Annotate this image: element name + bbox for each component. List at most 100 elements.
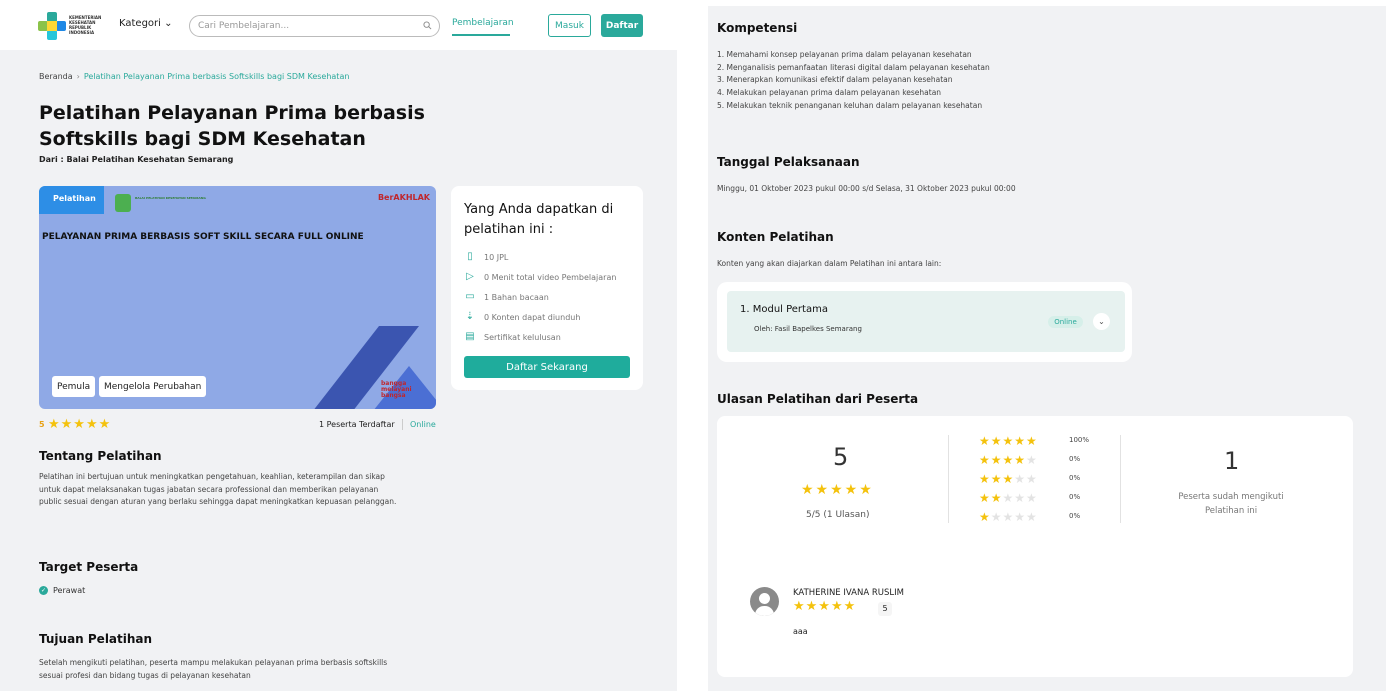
breadcrumb-home[interactable]: Beranda [39,72,73,81]
mode-label: Online [410,420,436,429]
competency-heading: Kompetensi [717,21,798,35]
benefit-label: Sertifikat kelulusan [484,332,561,342]
document-icon: ▯ [467,251,473,262]
benefits-title: Yang Anda dapatkan di pelatihan ini : [464,202,614,237]
rating-bar-2: ★★★★★ 0% [979,490,1080,506]
chevron-down-icon[interactable]: ⌄ [1093,313,1110,330]
logo-text: KEMENTERIAN KESEHATAN REPUBLIK INDONESIA [69,15,102,35]
benefits-card: Yang Anda dapatkan di pelatihan ini : ▯ 1… [451,186,643,390]
search-icon[interactable] [423,21,432,30]
check-circle-icon: ✓ [39,586,48,595]
module-author: Oleh: Fasil Bapelkes Semarang [754,325,862,333]
target-heading: Target Peserta [39,560,139,574]
benefit-item: ▯ 10 JPL [464,251,508,263]
benefit-label: 1 Bahan bacaan [484,292,549,302]
reviewer-stars-icon: ★★★★★ [793,599,857,614]
average-stars-icon: ★★★★★ [801,482,874,498]
search-input[interactable]: Cari Pembelajaran... [189,15,440,37]
rating-bar-5: ★★★★★ 100% [979,433,1089,449]
course-provider: Dari : Balai Pelatihan Kesehatan Semaran… [39,155,234,164]
play-icon: ▷ [466,271,474,282]
divider [948,435,949,523]
course-detail-top: KEMENTERIAN KESEHATAN REPUBLIK INDONESIA… [0,0,677,691]
course-rating-row: 5 ★★★★★ 1 Peserta Terdaftar Online [39,417,436,432]
reviewer-name: KATHERINE IVANA RUSLIM [793,588,904,598]
rating-bar-4: ★★★★★ 0% [979,452,1080,468]
stars-5-icon: ★★★★★ [979,434,1038,448]
competency-item: 2. Menganalisis pemanfaatan literasi dig… [717,63,990,72]
login-button[interactable]: Masuk [548,14,591,37]
panel-gap [677,0,708,691]
module-title: 1. Modul Pertama [740,304,828,315]
completed-label: Peserta sudah mengikuti Pelatihan ini [1178,492,1284,516]
benefit-item: ▭ 1 Bahan bacaan [464,291,549,303]
benefit-label: 0 Konten dapat diunduh [484,312,581,322]
target-label: Perawat [53,586,86,595]
page: KEMENTERIAN KESEHATAN REPUBLIK INDONESIA… [0,0,1386,691]
cloud-download-icon: ⇣ [465,311,475,322]
course-detail-bottom: Kompetensi 1. Memahami konsep pelayanan … [708,6,1386,691]
competency-item: 1. Memahami konsep pelayanan prima dalam… [717,50,972,59]
benefit-item: ▷ 0 Menit total video Pembelajaran [464,271,616,283]
average-score: 5/5 (1 Ulasan) [806,510,870,520]
stars-2-icon: ★★★★★ [979,491,1038,505]
module-list: 1. Modul Pertama Oleh: Fasil Bapelkes Se… [717,282,1132,362]
rating-value: 5 [39,420,45,429]
chevron-down-icon: ⌄ [164,18,173,29]
average-rating: 5 [833,443,849,471]
breadcrumb-current[interactable]: Pelatihan Pelayanan Prima berbasis Softs… [84,72,350,81]
course-banner-image: Pelatihan BALAI PELATIHAN KESEHATAN SEMA… [39,186,436,409]
top-navbar: KEMENTERIAN KESEHATAN REPUBLIK INDONESIA… [0,0,677,50]
kemenkes-seal-icon [115,194,131,212]
about-heading: Tentang Pelatihan [39,449,162,463]
module-item[interactable]: 1. Modul Pertama Oleh: Fasil Bapelkes Se… [727,291,1125,352]
level-chip: Pemula [52,376,96,397]
goal-heading: Tujuan Pelatihan [39,632,153,646]
benefit-item: ▤ Sertifikat kelulusan [464,331,561,343]
rating-stars-icon: ★★★★★ [48,417,112,432]
bangga-melayani-logo: bangga melayani bangsa [381,380,412,399]
participant-count: 1 Peserta Terdaftar [319,420,395,429]
schedule-heading: Tanggal Pelaksanaan [717,155,860,169]
rating-percent: 0% [1069,512,1081,520]
rating-percent: 0% [1069,474,1081,482]
benefit-label: 0 Menit total video Pembelajaran [484,272,617,282]
review-text: aaa [793,627,808,636]
goal-text: Setelah mengikuti pelatihan, peserta mam… [39,658,388,680]
rating-percent: 0% [1069,455,1081,463]
content-heading: Konten Pelatihan [717,230,834,244]
about-text: Pelatihan ini bertujuan untuk meningkatk… [39,472,397,506]
kemenkes-logo-icon[interactable] [38,12,66,40]
avatar [750,587,779,616]
banner-org: BALAI PELATIHAN KESEHATAN SEMARANG [135,196,206,200]
stars-4-icon: ★★★★★ [979,453,1038,467]
schedule-text: Minggu, 01 Oktober 2023 pukul 00:00 s/d … [717,184,1016,193]
banner-tag: Pelatihan [39,186,104,214]
course-title: Pelatihan Pelayanan Prima berbasis Softs… [39,102,425,150]
competency-item: 4. Melakukan pelayanan prima dalam pelay… [717,88,942,97]
rating-bar-1: ★★★★★ 0% [979,509,1080,525]
competency-item: 5. Melakukan teknik penanganan keluhan d… [717,101,983,110]
breadcrumb: Beranda › Pelatihan Pelayanan Prima berbas… [39,72,349,81]
reviewer-rating: 5 [878,602,892,616]
reviews-panel: 5 ★★★★★ 5/5 (1 Ulasan) ★★★★★ 100% ★★★★★ 0%… [717,416,1353,677]
rating-percent: 0% [1069,493,1081,501]
completed-count: 1 [1224,447,1240,475]
rating-percent: 100% [1069,436,1090,444]
banner-title: PELAYANAN PRIMA BERBASIS SOFT SKILL SECA… [42,232,364,242]
topic-chip: Mengelola Perubahan [99,376,207,397]
register-button[interactable]: Daftar [601,14,643,37]
stars-3-icon: ★★★★★ [979,472,1038,486]
register-now-button[interactable]: Daftar Sekarang [464,356,630,378]
category-dropdown[interactable]: Kategori ⌄ [119,18,173,29]
module-mode-badge: Online [1048,316,1083,328]
nav-pembelajaran[interactable]: Pembelajaran [452,18,514,28]
divider [1120,435,1121,523]
target-item: ✓ Perawat [39,586,85,595]
breadcrumb-separator-icon: › [76,72,80,81]
content-intro: Konten yang akan diajarkan dalam Pelatih… [717,259,942,268]
category-label: Kategori [119,18,161,29]
certificate-icon: ▤ [465,331,475,342]
benefit-item: ⇣ 0 Konten dapat diunduh [464,311,581,323]
search-placeholder: Cari Pembelajaran... [198,21,290,31]
